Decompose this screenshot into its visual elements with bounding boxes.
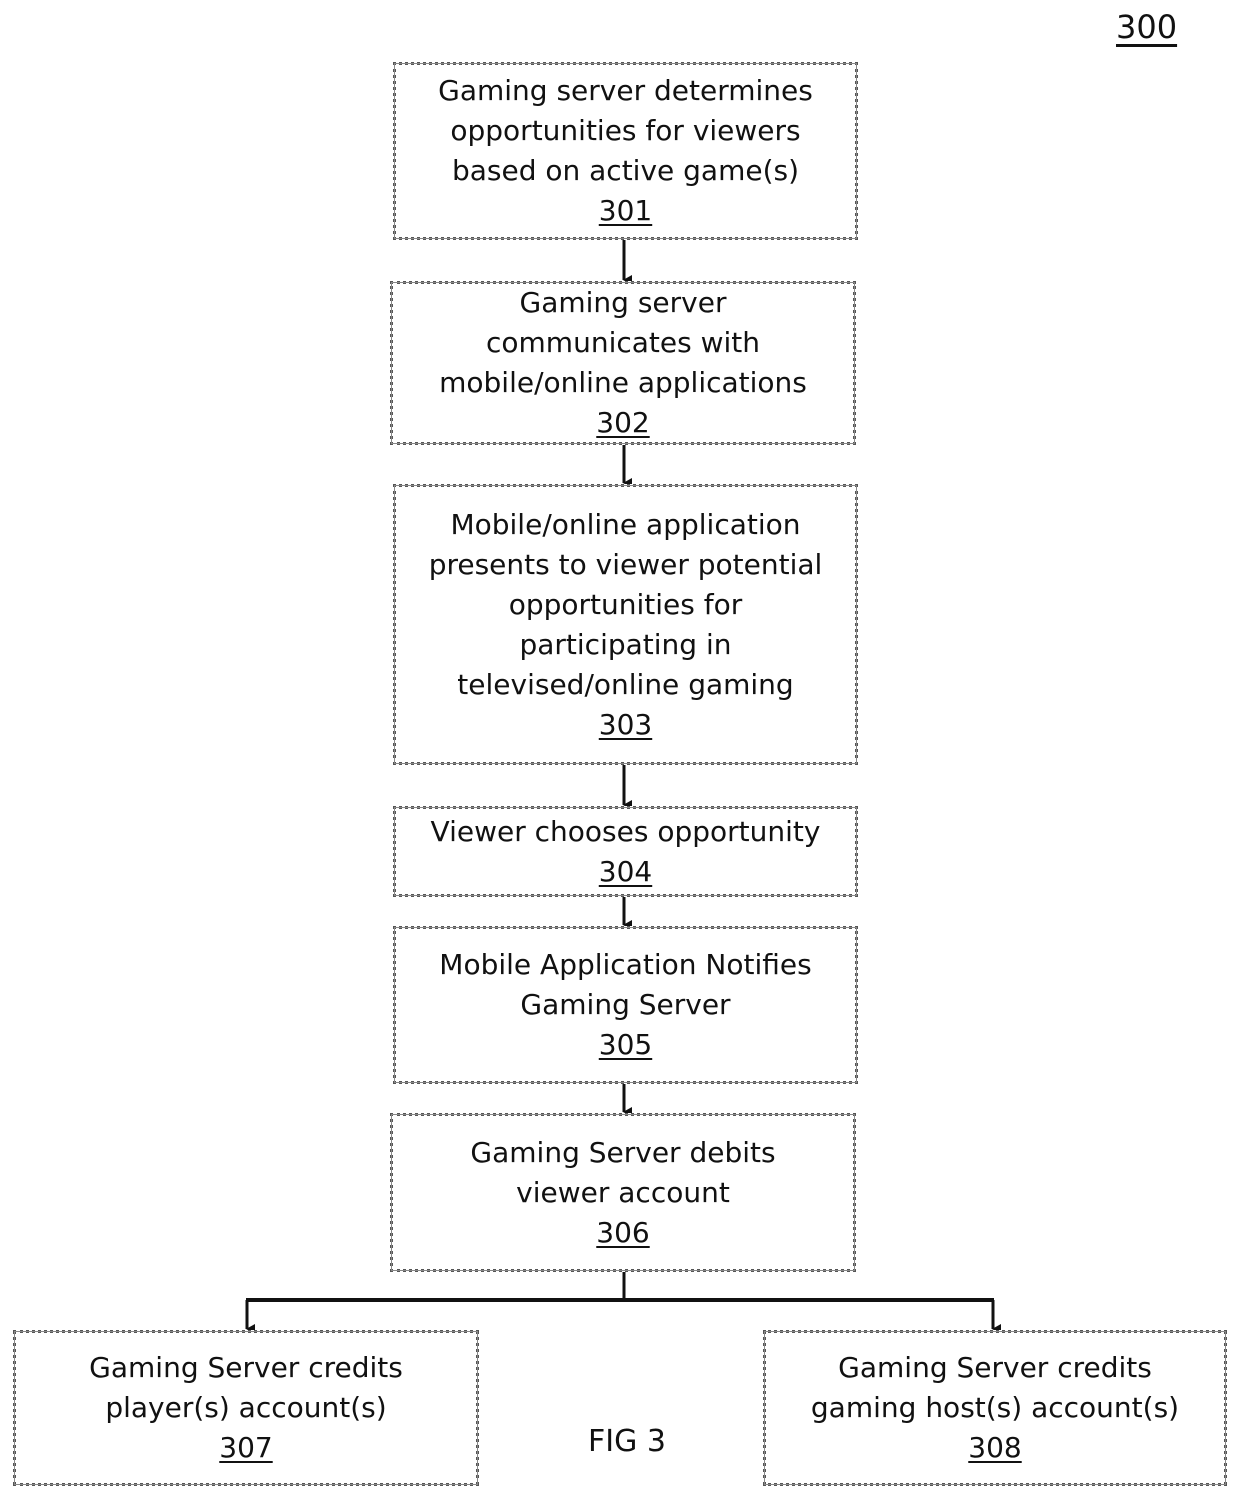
step-text-line: Gaming Server debits: [470, 1135, 776, 1169]
step-text-line: Viewer chooses opportunity: [430, 814, 821, 848]
step-box-304: Viewer chooses opportunity 304: [393, 806, 858, 897]
step-text-line: based on active game(s): [451, 154, 800, 187]
step-reference-number: 307: [219, 1431, 273, 1464]
step-reference-number: 302: [596, 406, 650, 439]
step-text-line: Mobile/online application: [450, 507, 801, 541]
figure-caption: FIG 3: [588, 1424, 666, 1459]
step-box-305: Mobile Application Notifies Gaming Serve…: [393, 926, 858, 1084]
step-text-line: Mobile Application Notifies: [439, 948, 812, 981]
step-reference-number: 301: [598, 194, 653, 227]
step-text-line: Gaming server: [519, 286, 727, 319]
step-text-line: Gaming Server credits: [838, 1351, 1152, 1384]
step-reference-number: 305: [598, 1028, 653, 1061]
step-box-306: Gaming Server debits viewer account 306: [390, 1113, 856, 1272]
step-text-line: opportunities for: [508, 587, 743, 621]
step-box-307: Gaming Server credits player(s) account(…: [13, 1330, 479, 1486]
step-reference-number: 308: [968, 1431, 1022, 1464]
step-text-line: televised/online gaming: [457, 667, 794, 701]
step-text-line: presents to viewer potential: [428, 547, 823, 581]
step-text-line: viewer account: [516, 1175, 730, 1209]
step-box-302: Gaming server communicates with mobile/o…: [390, 281, 856, 445]
step-text-line: Gaming server determines: [438, 74, 813, 107]
step-text-line: opportunities for viewers: [450, 114, 801, 147]
step-reference-number: 306: [596, 1215, 650, 1249]
step-box-303: Mobile/online application presents to vi…: [393, 484, 858, 765]
step-box-308: Gaming Server credits gaming host(s) acc…: [763, 1330, 1227, 1486]
step-box-301: Gaming server determines opportunities f…: [393, 62, 858, 240]
step-text-line: player(s) account(s): [105, 1391, 387, 1424]
step-text-line: Gaming Server credits: [89, 1351, 403, 1384]
step-text-line: communicates with: [486, 326, 760, 359]
step-text-line: Gaming Server: [520, 988, 731, 1021]
step-text-line: mobile/online applications: [439, 366, 807, 399]
step-text-line: participating in: [519, 627, 732, 661]
step-reference-number: 304: [598, 854, 653, 888]
figure-reference-number: 300: [1116, 8, 1178, 46]
step-text-line: gaming host(s) account(s): [810, 1391, 1180, 1424]
step-reference-number: 303: [598, 707, 653, 741]
